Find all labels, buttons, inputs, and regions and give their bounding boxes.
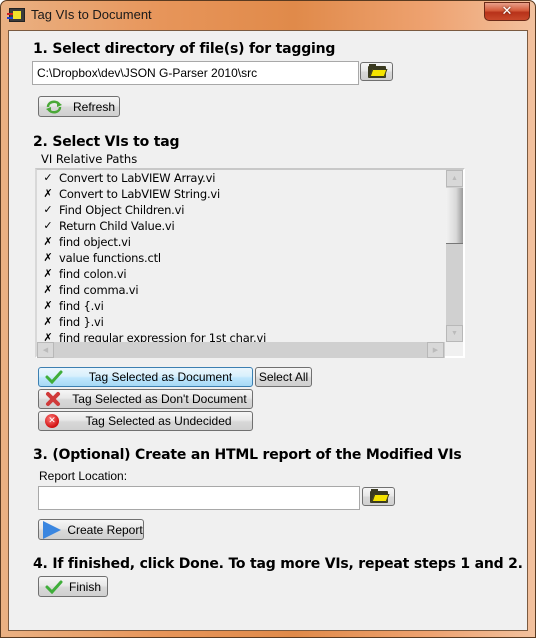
tag-as-document-label: Tag Selected as Document [88,370,233,384]
tag-status-mark: ✗ [43,331,53,342]
arrow-down-icon: ▼ [451,330,458,337]
scroll-left-button[interactable]: ◀ [37,342,54,358]
list-item[interactable]: ✓ Find Object Children.vi [37,202,445,218]
list-item[interactable]: ✗ find regular expression for 1st char.vi [37,330,445,342]
close-icon: ✕ [501,4,513,19]
vi-list-rows: ✓ Convert to LabVIEW Array.vi ✗ Convert to… [37,170,445,342]
tag-status-mark: ✗ [43,187,53,200]
play-arrow-icon [43,520,61,539]
tag-status-mark: ✗ [43,251,53,264]
report-location-label: Report Location: [39,469,128,483]
tag-status-mark: ✗ [43,315,53,328]
list-item[interactable]: ✗ find }.vi [37,314,445,330]
refresh-button[interactable]: Refresh [38,96,120,117]
list-item[interactable]: ✓ Convert to LabVIEW Array.vi [37,170,445,186]
finish-button[interactable]: Finish [38,576,108,597]
vi-name: Convert to LabVIEW String.vi [59,187,221,201]
tag-status-mark: ✓ [43,203,53,216]
report-location-input[interactable] [38,486,360,510]
title-bar: Tag VIs to Document ✕ [1,1,535,29]
browse-report-location-button[interactable] [362,487,395,506]
tag-status-mark: ✗ [43,299,53,312]
tag-status-mark: ✓ [43,171,53,184]
select-all-button[interactable]: Select All [255,367,312,387]
green-check-icon [45,370,63,384]
list-item[interactable]: ✗ find {.vi [37,298,445,314]
vertical-scroll-thumb[interactable] [446,188,463,244]
arrow-left-icon: ◀ [42,347,49,354]
vi-name: Convert to LabVIEW Array.vi [59,171,216,185]
scroll-right-button[interactable]: ▶ [427,342,444,358]
arrow-right-icon: ▶ [432,347,439,354]
vi-name: find comma.vi [59,283,139,297]
list-item[interactable]: ✓ Return Child Value.vi [37,218,445,234]
create-report-label: Create Report [67,522,143,537]
tag-as-dont-document-label: Tag Selected as Don't Document [72,392,247,406]
list-item[interactable]: ✗ find comma.vi [37,282,445,298]
select-all-label: Select All [258,370,309,384]
window-title: Tag VIs to Document [31,7,152,22]
finish-label: Finish [69,579,102,594]
tag-status-mark: ✓ [43,219,53,232]
browse-directory-button[interactable] [360,62,393,81]
create-report-button[interactable]: Create Report [38,519,144,540]
vi-name: find colon.vi [59,267,127,281]
list-item[interactable]: ✗ find colon.vi [37,266,445,282]
tag-as-undecided-label: Tag Selected as Undecided [85,414,232,428]
tag-as-dont-document-button[interactable]: Tag Selected as Don't Document [38,389,253,409]
red-x-icon [46,392,60,406]
vi-name: Return Child Value.vi [59,219,175,233]
tag-status-mark: ✗ [43,283,53,296]
vi-name: Find Object Children.vi [59,203,185,217]
list-column-header: VI Relative Paths [41,152,138,166]
client-area: 1. Select directory of file(s) for taggi… [8,30,528,631]
list-item[interactable]: ✗ value functions.ctl [37,250,445,266]
stop-icon: ✕ [45,414,59,428]
vi-listbox[interactable]: ✓ Convert to LabVIEW Array.vi ✗ Convert to… [35,168,465,358]
vi-name: find {.vi [59,299,104,313]
arrow-up-icon: ▲ [451,175,458,182]
scroll-down-button[interactable]: ▼ [446,325,463,342]
window: Tag VIs to Document ✕ 1. Select director… [0,0,536,638]
vi-name: find object.vi [59,235,131,249]
close-button[interactable]: ✕ [484,2,530,21]
step2-heading: 2. Select VIs to tag [33,134,180,150]
refresh-label: Refresh [72,99,116,114]
directory-path-input[interactable]: C:\Dropbox\dev\JSON G-Parser 2010\src [32,61,359,85]
vi-name: value functions.ctl [59,251,161,265]
list-item[interactable]: ✗ find object.vi [37,234,445,250]
horizontal-scrollbar[interactable]: ◀ ▶ [37,342,445,358]
step3-heading: 3. (Optional) Create an HTML report of t… [33,447,462,463]
refresh-icon [46,100,62,113]
vi-name: find regular expression for 1st char.vi [59,331,267,342]
tag-as-undecided-button[interactable]: ✕ Tag Selected as Undecided [38,411,253,431]
list-item[interactable]: ✗ Convert to LabVIEW String.vi [37,186,445,202]
step4-heading: 4. If finished, click Done. To tag more … [33,556,523,572]
tag-status-mark: ✗ [43,235,53,248]
green-check-icon [45,580,63,594]
vertical-scrollbar[interactable]: ▲ ▼ [446,170,463,342]
step1-heading: 1. Select directory of file(s) for taggi… [33,41,336,57]
labview-vi-icon [7,8,25,22]
scroll-up-button[interactable]: ▲ [446,170,463,187]
vi-name: find }.vi [59,315,104,329]
folder-icon [367,63,387,78]
tag-status-mark: ✗ [43,267,53,280]
folder-icon [369,488,389,503]
tag-as-document-button[interactable]: Tag Selected as Document [38,367,253,387]
